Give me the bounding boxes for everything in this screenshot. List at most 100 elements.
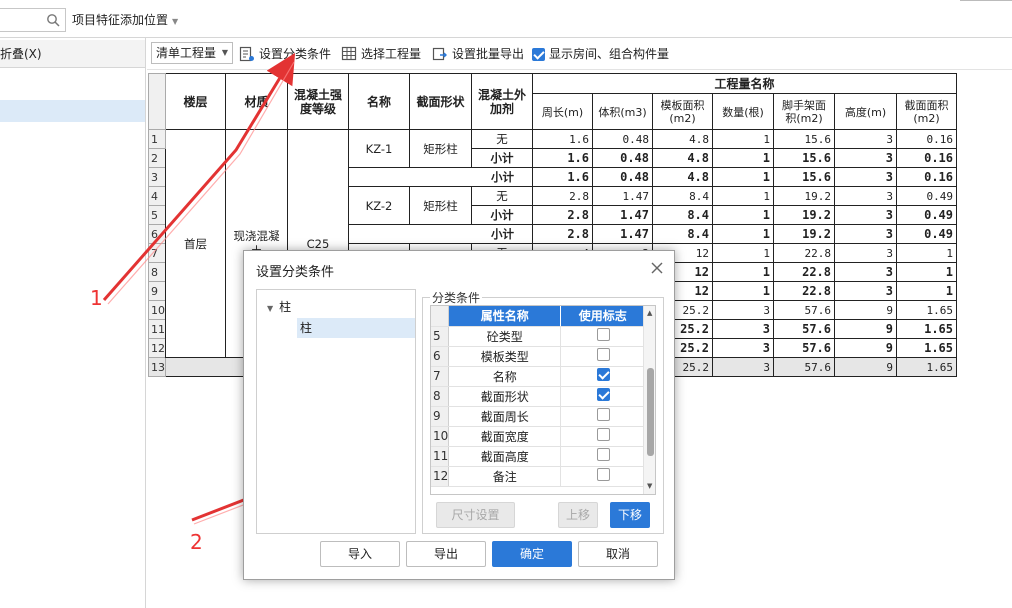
value-cell: 1.6 (532, 167, 593, 187)
condition-row[interactable]: 12 备注 (431, 466, 645, 487)
scroll-down-icon[interactable]: ▼ (647, 482, 652, 490)
set-category-dialog: 设置分类条件 ▼ 柱 柱 分类条件 属性名称 使用标志 5 砼类型 6 模板类型 7 名称 8… (243, 250, 675, 580)
select-quantity-button[interactable]: 选择工程量 (341, 44, 421, 64)
value-cell: 3 (834, 243, 897, 263)
condition-row-number: 7 (431, 366, 450, 387)
ok-button[interactable]: 确定 (492, 541, 572, 567)
value-cell: 2.8 (532, 205, 593, 225)
name-cell: KZ-2 (348, 186, 410, 225)
value-cell: 1.47 (592, 224, 653, 244)
col-use-flag: 使用标志 (560, 306, 646, 327)
value-cell: 1.6 (532, 148, 593, 168)
close-icon[interactable] (648, 259, 666, 277)
value-cell: 1 (712, 224, 774, 244)
scrollbar-thumb[interactable] (647, 368, 654, 456)
checkbox-checked-icon[interactable] (596, 368, 610, 381)
value-cell: 4.8 (652, 129, 713, 149)
checkbox-checked-icon (532, 47, 545, 61)
condition-use-cell (560, 366, 645, 387)
vertical-scrollbar[interactable]: ▲ ▼ (643, 306, 655, 494)
cancel-button[interactable]: 取消 (578, 541, 658, 567)
scroll-up-icon[interactable]: ▲ (647, 309, 652, 317)
annotation-label-1: 1 (90, 286, 103, 310)
col-volume: 体积(m3) (592, 93, 653, 130)
value-cell: 3 (834, 224, 897, 244)
condition-row[interactable]: 9 截面周长 (431, 406, 645, 427)
row-number: 11 (148, 319, 166, 339)
left-panel-selected-item[interactable] (0, 100, 145, 122)
collapse-button[interactable]: 折叠(X) (0, 40, 145, 68)
table-row[interactable]: 1首层现浇混凝土C25KZ-1矩形柱无1.60.484.8115.630.16 (148, 129, 957, 358)
checkbox-checked-icon[interactable] (596, 388, 610, 401)
checkbox-unchecked-icon[interactable] (596, 428, 610, 441)
checkbox-unchecked-icon[interactable] (596, 348, 610, 361)
name-cell: KZ-1 (348, 129, 410, 168)
condition-list: 属性名称 使用标志 5 砼类型 6 模板类型 7 名称 8 截面形状 9 截面周长 10 截面宽度 11… (430, 305, 656, 495)
value-cell: 1.6 (532, 129, 593, 149)
search-icon (47, 14, 60, 27)
checkbox-unchecked-icon[interactable] (596, 468, 610, 481)
value-cell: 19.2 (773, 186, 835, 206)
condition-row[interactable]: 7 名称 (431, 366, 645, 387)
caret-down-icon: ▼ (267, 304, 274, 313)
feature-position-dropdown[interactable]: 项目特征添加位置 ▼ (72, 11, 178, 28)
value-cell: 8.4 (652, 224, 713, 244)
value-cell: 4.8 (652, 148, 713, 168)
value-cell: 1 (896, 281, 957, 301)
row-number: 8 (148, 262, 166, 282)
move-up-button[interactable]: 上移 (558, 502, 598, 528)
tree-node-column[interactable]: ▼ 柱 (267, 298, 291, 315)
subtotal-label: 小计 (348, 224, 533, 244)
value-cell: 1.65 (896, 319, 957, 339)
value-cell: 57.6 (773, 319, 835, 339)
checkbox-unchecked-icon[interactable] (596, 328, 610, 341)
value-cell: 15.6 (773, 148, 835, 168)
condition-row[interactable]: 10 截面宽度 (431, 426, 645, 447)
subtotal-label: 小计 (471, 148, 533, 168)
value-cell: 0.16 (896, 167, 957, 187)
value-cell: 3 (834, 262, 897, 282)
value-cell: 3 (712, 357, 774, 377)
value-cell: 1.47 (592, 186, 653, 206)
row-number: 13 (148, 357, 166, 377)
condition-attr-name: 名称 (448, 366, 562, 387)
value-cell: 3 (834, 186, 897, 206)
checkbox-unchecked-icon[interactable] (596, 408, 610, 421)
condition-row[interactable]: 11 截面高度 (431, 446, 645, 467)
tree-node-column-label: 柱 (279, 300, 292, 314)
value-cell: 0.16 (896, 148, 957, 168)
value-cell: 4.8 (652, 167, 713, 187)
condition-row[interactable]: 5 砼类型 (431, 326, 645, 347)
list-quantity-select-value: 清单工程量 (156, 46, 217, 60)
divider (960, 0, 1012, 1)
condition-use-cell (560, 466, 645, 487)
size-settings-button[interactable]: 尺寸设置 (436, 502, 515, 528)
col-count: 数量(根) (712, 93, 774, 130)
left-panel: 折叠(X) (0, 38, 146, 608)
value-cell: 8.4 (652, 186, 713, 206)
value-cell: 1 (896, 243, 957, 263)
condition-use-cell (560, 346, 645, 367)
condition-row[interactable]: 6 模板类型 (431, 346, 645, 367)
value-cell: 1 (712, 186, 774, 206)
search-input[interactable] (0, 8, 66, 32)
value-cell: 1 (712, 243, 774, 263)
batch-export-button[interactable]: 设置批量导出 (432, 44, 524, 64)
import-button[interactable]: 导入 (320, 541, 400, 567)
set-category-button[interactable]: 设置分类条件 (239, 44, 331, 64)
dialog-title: 设置分类条件 (256, 265, 335, 280)
condition-use-cell (560, 326, 645, 347)
shape-cell: 矩形柱 (409, 186, 472, 225)
tree-node-column-child[interactable]: 柱 (297, 318, 415, 338)
col-concrete-grade: 混凝土强度等级 (287, 73, 349, 130)
checkbox-unchecked-icon[interactable] (596, 448, 610, 461)
show-rooms-checkbox[interactable]: 显示房间、组合构件量 (532, 44, 669, 64)
row-number: 12 (148, 338, 166, 358)
condition-row[interactable]: 8 截面形状 (431, 386, 645, 407)
move-down-button[interactable]: 下移 (610, 502, 650, 528)
export-button[interactable]: 导出 (406, 541, 486, 567)
value-cell: 57.6 (773, 338, 835, 358)
list-quantity-select[interactable]: 清单工程量 ▼ (151, 42, 233, 64)
col-perimeter: 周长(m) (532, 93, 593, 130)
row-number: 1 (148, 129, 166, 149)
